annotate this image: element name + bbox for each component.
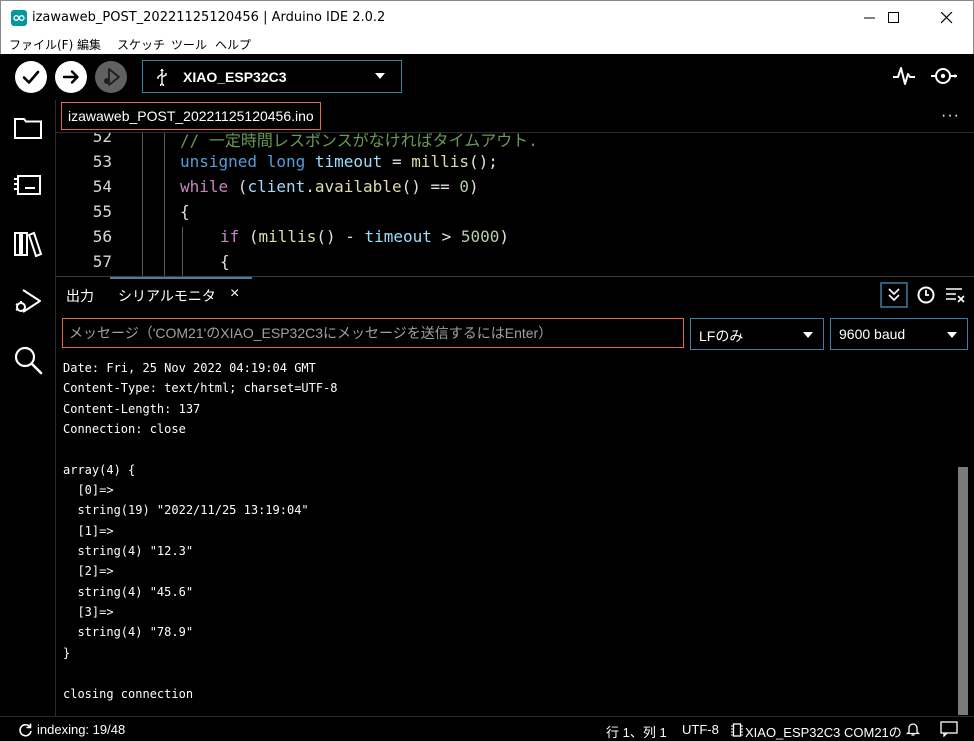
debug-run-icon[interactable] xyxy=(12,286,44,318)
window-title: izawaweb_POST_20221125120456 | Arduino I… xyxy=(32,10,386,25)
bottom-panel: 出力 シリアルモニタ × LFのみ 9600 baud Date: Fri, 2… xyxy=(56,276,974,716)
line-number: 56 xyxy=(92,227,112,246)
serial-line xyxy=(63,663,953,683)
menu-sketch[interactable]: スケッチ xyxy=(117,36,165,53)
code-text: if (millis() - timeout > 5000) xyxy=(220,227,510,246)
line-ending-select[interactable]: LFのみ xyxy=(690,318,824,350)
tab-output[interactable]: 出力 xyxy=(66,286,94,306)
serial-line: } xyxy=(63,645,71,660)
line-ending-value: LFのみ xyxy=(699,328,744,344)
serial-plotter-icon[interactable] xyxy=(892,64,916,88)
line-number: 52 xyxy=(92,133,112,146)
code-line: 52 // 一定時間レスポンスがなければタイムアウト. xyxy=(56,133,974,152)
cursor-position[interactable]: 行 1、列 1 xyxy=(606,722,667,741)
feedback-icon[interactable] xyxy=(940,721,958,737)
tab-serial-monitor[interactable]: シリアルモニタ xyxy=(118,286,216,306)
clear-output-icon[interactable] xyxy=(944,282,966,308)
active-tab-indicator xyxy=(110,277,252,279)
serial-line: array(4) { xyxy=(63,462,136,477)
tab-sketch-file[interactable]: izawaweb_POST_20221125120456.ino xyxy=(61,102,321,130)
debug-button[interactable] xyxy=(95,61,127,93)
code-line: 55 { xyxy=(56,202,974,227)
serial-line: [0]=> xyxy=(63,483,114,498)
chevron-down-icon xyxy=(803,332,813,338)
arrow-right-icon xyxy=(62,70,79,84)
code-line: 57 { xyxy=(56,252,974,276)
serial-line xyxy=(63,439,953,459)
serial-line: Content-Type: text/html; charset=UTF-8 xyxy=(63,381,338,396)
menu-bar: ファイル(F) 編集 スケッチ ツール ヘルプ xyxy=(0,33,974,54)
line-number: 57 xyxy=(92,252,112,271)
code-text: while (client.available() == 0) xyxy=(180,177,479,196)
serial-line: string(4) "45.6" xyxy=(63,584,194,599)
close-tab-icon[interactable]: × xyxy=(230,285,239,303)
sync-icon xyxy=(19,723,32,737)
file-encoding[interactable]: UTF-8 xyxy=(682,722,719,737)
line-number: 55 xyxy=(92,202,112,221)
activity-sidebar xyxy=(0,100,56,716)
code-line: 54 while (client.available() == 0) xyxy=(56,177,974,202)
close-window-button[interactable] xyxy=(924,1,970,34)
serial-line: string(4) "78.9" xyxy=(63,625,194,640)
verify-button[interactable] xyxy=(15,61,47,93)
code-line: 53 unsigned long timeout = millis(); xyxy=(56,152,974,177)
board-selector[interactable]: XIAO_ESP32C3 xyxy=(142,60,402,93)
line-number: 53 xyxy=(92,152,112,171)
status-bar: indexing: 19/48 行 1、列 1 UTF-8 XIAO_ESP32… xyxy=(0,716,974,741)
boards-manager-icon[interactable] xyxy=(12,168,44,200)
board-name: XIAO_ESP32C3 xyxy=(183,69,287,85)
code-text: { xyxy=(180,202,190,221)
chevron-down-icon xyxy=(947,332,957,338)
line-number: 54 xyxy=(92,177,112,196)
serial-monitor-icon[interactable] xyxy=(930,64,958,88)
menu-edit[interactable]: 編集 xyxy=(77,36,101,53)
serial-line: string(19) "2022/11/25 13:19:04" xyxy=(63,503,309,518)
library-icon[interactable] xyxy=(12,228,44,260)
check-icon xyxy=(22,70,40,84)
chip-icon xyxy=(731,723,743,737)
arduino-app-icon xyxy=(11,10,27,26)
indexing-status: indexing: 19/48 xyxy=(37,722,126,737)
more-actions-icon[interactable]: ··· xyxy=(941,107,960,125)
timestamp-clock-icon[interactable] xyxy=(916,282,936,308)
code-text: unsigned long timeout = millis(); xyxy=(180,152,498,171)
serial-line: string(4) "12.3" xyxy=(63,544,194,559)
menu-help[interactable]: ヘルプ xyxy=(215,36,251,53)
baud-rate-value: 9600 baud xyxy=(839,326,906,342)
serial-line: [2]=> xyxy=(63,564,114,579)
menu-file[interactable]: ファイル(F) xyxy=(9,36,73,53)
upload-button[interactable] xyxy=(55,61,87,93)
notification-bell-icon[interactable] xyxy=(906,721,920,737)
baud-rate-select[interactable]: 9600 baud xyxy=(830,318,968,350)
serial-line: Date: Fri, 25 Nov 2022 04:19:04 GMT xyxy=(63,361,316,375)
maximize-button[interactable] xyxy=(871,1,917,34)
search-icon[interactable] xyxy=(12,344,44,376)
chevron-down-icon xyxy=(375,73,385,79)
debug-icon xyxy=(104,68,120,86)
serial-message-input[interactable] xyxy=(62,318,684,348)
code-text: // 一定時間レスポンスがなければタイムアウト. xyxy=(180,133,538,150)
serial-line: closing connection xyxy=(63,686,194,701)
serial-line: Content-Length: 137 xyxy=(63,401,201,416)
code-line: 56 if (millis() - timeout > 5000) xyxy=(56,227,974,252)
code-text: { xyxy=(220,252,230,271)
folder-icon[interactable] xyxy=(12,112,44,144)
serial-scrollbar[interactable] xyxy=(958,467,968,715)
serial-line: Connection: close xyxy=(63,422,186,437)
usb-icon xyxy=(157,68,167,86)
code-editor[interactable]: 52 // 一定時間レスポンスがなければタイムアウト. 53 unsigned … xyxy=(56,133,974,276)
menu-tools[interactable]: ツール xyxy=(171,36,207,53)
serial-output: Date: Fri, 25 Nov 2022 04:19:04 GMT Cont… xyxy=(63,358,953,704)
serial-line: [3]=> xyxy=(63,605,114,620)
serial-line: [1]=> xyxy=(63,523,114,538)
title-bar: izawaweb_POST_20221125120456 | Arduino I… xyxy=(0,0,974,33)
board-port-status[interactable]: XIAO_ESP32C3 COM21の xyxy=(745,722,902,741)
editor-tab-bar: izawaweb_POST_20221125120456.ino ··· xyxy=(56,100,974,133)
autoscroll-toggle-icon[interactable] xyxy=(880,282,908,308)
